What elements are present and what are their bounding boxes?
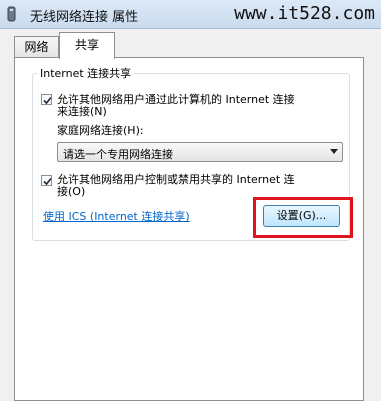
watermark: www.it528.com bbox=[234, 3, 375, 24]
window-title: 无线网络连接 属性 bbox=[30, 10, 139, 25]
allow-connect-checkbox[interactable] bbox=[41, 94, 52, 105]
wireless-adapter-icon bbox=[7, 6, 16, 22]
checkmark-icon bbox=[43, 96, 52, 105]
allow-control-label-line2[interactable]: 接(O) bbox=[57, 185, 85, 198]
ics-help-link[interactable]: 使用 ICS (Internet 连接共享) bbox=[43, 208, 190, 224]
chevron-down-icon bbox=[330, 149, 338, 154]
ics-group-legend: Internet 连接共享 bbox=[37, 65, 135, 81]
checkmark-icon bbox=[43, 177, 52, 186]
allow-connect-label-line2[interactable]: 来连接(N) bbox=[57, 105, 107, 118]
allow-control-label-line1[interactable]: 允许其他网络用户控制或禁用共享的 Internet 连 bbox=[57, 173, 295, 186]
allow-control-checkbox[interactable] bbox=[41, 175, 52, 186]
home-network-select[interactable]: 请选一个专用网络连接 bbox=[57, 142, 343, 162]
settings-button[interactable]: 设置(G)... bbox=[263, 205, 340, 227]
title-bar: 无线网络连接 属性 www.it528.com bbox=[0, 0, 381, 29]
tab-sharing-label: 共享 bbox=[74, 38, 99, 52]
tab-network-label: 网络 bbox=[24, 40, 49, 54]
home-network-select-value: 请选一个专用网络连接 bbox=[63, 148, 173, 161]
home-network-label: 家庭网络连接(H): bbox=[57, 124, 144, 137]
tab-network[interactable]: 网络 bbox=[14, 36, 59, 58]
tab-sharing[interactable]: 共享 bbox=[59, 32, 115, 59]
